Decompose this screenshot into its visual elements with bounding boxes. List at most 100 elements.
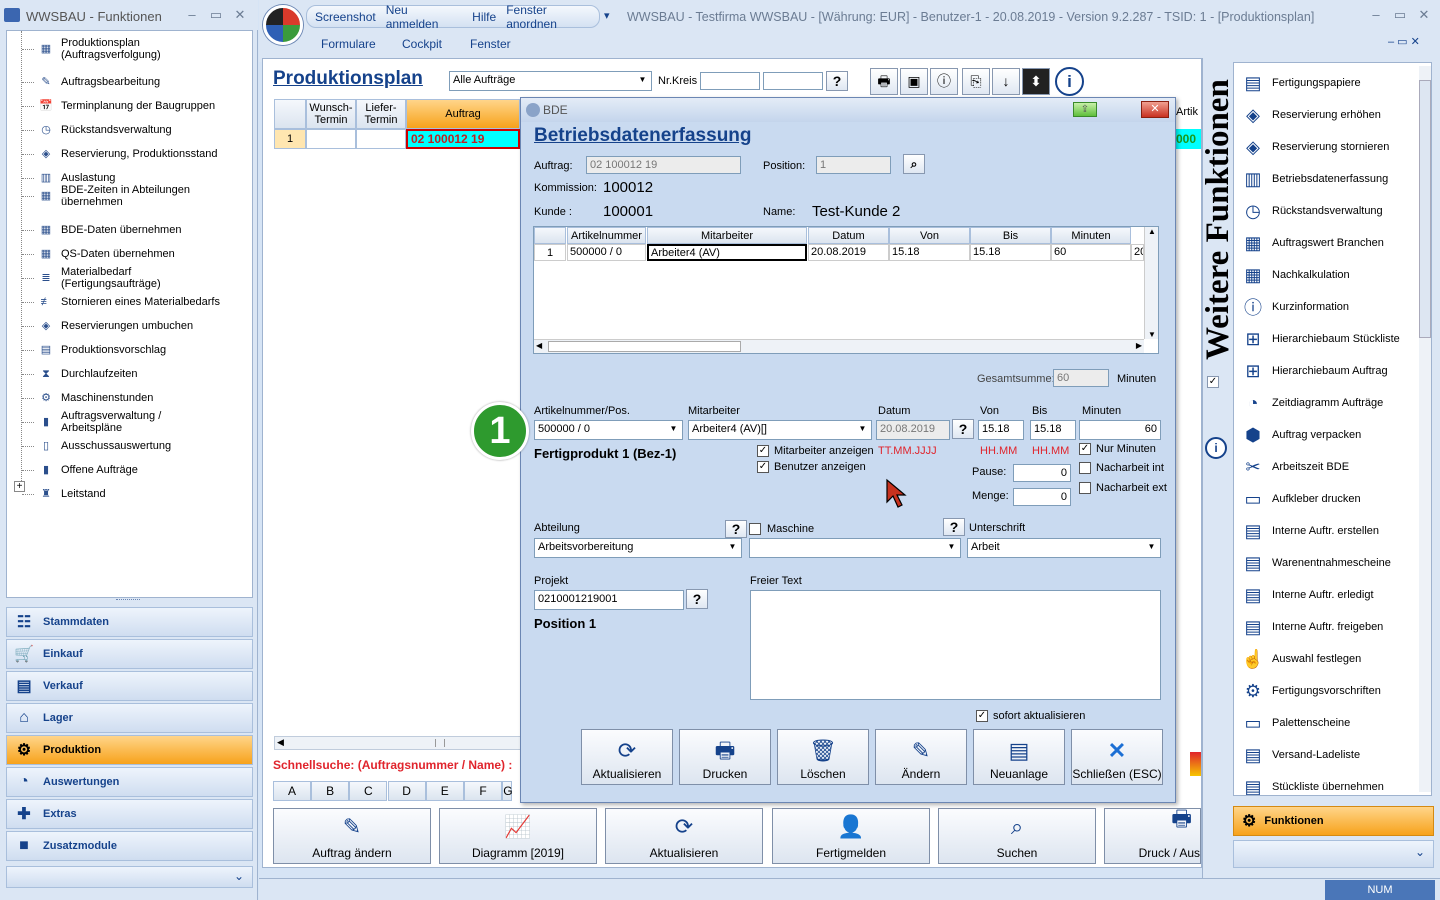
binoculars-icon[interactable]: ⌕ xyxy=(903,154,925,174)
bde-table-cell-datum[interactable]: 20.08.2019 xyxy=(808,244,889,261)
mitarbeiter-anzeigen-checkbox[interactable]: ✓ xyxy=(757,445,769,457)
submenu-cockpit[interactable]: Cockpit xyxy=(402,37,442,51)
function-list-item[interactable]: ⚙ Fertigungsvorschriften xyxy=(1238,675,1418,707)
tree-item[interactable]: ▦ BDE-Zeiten in Abteilungen übernehmen xyxy=(35,184,221,208)
close-icon[interactable]: ✕ xyxy=(228,6,252,24)
scroll-left-icon[interactable]: ◀ xyxy=(536,341,542,350)
info-doc-icon[interactable]: ⓘ xyxy=(930,68,958,95)
alpha-filter-button[interactable]: A xyxy=(273,781,311,801)
function-list-item[interactable]: ▤ Stückliste übernehmen xyxy=(1238,771,1418,796)
abteilung-help-button[interactable]: ? xyxy=(725,520,747,538)
function-list-item[interactable]: ◷ Rückstandsverwaltung xyxy=(1238,195,1418,227)
function-list-item[interactable]: ▦ Auftragswert Branchen xyxy=(1238,227,1418,259)
alpha-filter-button[interactable]: B xyxy=(311,781,350,801)
bde-table-header[interactable]: Datum xyxy=(808,227,889,244)
tree-item[interactable]: ✎ Auftragsbearbeitung xyxy=(35,70,221,94)
bis-field[interactable]: 15.18 xyxy=(1030,420,1076,440)
bde-aktualisieren-button[interactable]: ⟳ Aktualisieren xyxy=(581,729,673,785)
tree-item[interactable]: 📅 Terminplanung der Baugruppen xyxy=(35,94,221,118)
pause-field[interactable]: 0 xyxy=(1013,464,1071,482)
function-list-scrollbar[interactable] xyxy=(1419,66,1431,792)
function-list-item[interactable]: ✂ Arbeitszeit BDE xyxy=(1238,451,1418,483)
bde-save-icon[interactable]: ⇪ xyxy=(1073,102,1097,117)
main-minimize-icon[interactable]: – xyxy=(1364,6,1388,24)
tree-item[interactable]: ⚙ Maschinenstunden xyxy=(35,386,221,410)
menu-dropdown-icon[interactable]: ▾ xyxy=(604,9,610,22)
grid-cell-liefertermin[interactable] xyxy=(356,129,406,149)
tree-item[interactable]: ◷ Rückstandsverwaltung xyxy=(35,118,221,142)
tree-item[interactable]: ◈ Reservierung, Produktionsstand xyxy=(35,142,221,166)
menge-field[interactable]: 0 xyxy=(1013,488,1071,506)
freier-text-area[interactable] xyxy=(750,590,1161,700)
suchen-button[interactable]: ⌕ Suchen xyxy=(938,808,1096,864)
tree-item[interactable]: ▦ BDE-Daten übernehmen xyxy=(35,218,221,242)
bde-table-header[interactable]: Artikelnummer xyxy=(567,227,646,244)
datum-field[interactable]: 20.08.2019 xyxy=(876,420,950,440)
alpha-filter-button[interactable]: F xyxy=(464,781,502,801)
function-list-item[interactable]: ◈ Reservierung erhöhen xyxy=(1238,99,1418,131)
alpha-filter-button[interactable]: C xyxy=(349,781,388,801)
diagramm-button[interactable]: 📈 Diagramm [2019] xyxy=(439,808,597,864)
nav-item[interactable]: ■ Zusatzmodule xyxy=(6,831,253,861)
bde-table-cell-minuten[interactable]: 60 xyxy=(1051,244,1131,261)
maschine-help-button[interactable]: ? xyxy=(943,518,965,536)
splitter-grip[interactable] xyxy=(116,599,140,602)
app-logo-icon[interactable] xyxy=(263,5,303,45)
auftrag-aendern-button[interactable]: ✎ Auftrag ändern xyxy=(273,808,431,864)
menu-screenshot[interactable]: Screenshot xyxy=(315,10,376,24)
projekt-help-button[interactable]: ? xyxy=(686,589,708,609)
sofort-aktualisieren-checkbox[interactable]: ✓ xyxy=(976,710,988,722)
info-icon[interactable]: i xyxy=(1055,67,1084,96)
nav-item[interactable]: ☷ Stammdaten xyxy=(6,607,253,637)
bde-table-cell-von[interactable]: 15.18 xyxy=(889,244,970,261)
bde-row-number[interactable]: 1 xyxy=(534,244,566,261)
function-list-item[interactable]: ▤ Interne Auftr. erstellen xyxy=(1238,515,1418,547)
benutzer-anzeigen-checkbox[interactable]: ✓ xyxy=(757,461,769,473)
grid-header-liefertermin[interactable]: Liefer- Termin xyxy=(356,99,406,129)
projekt-field[interactable]: 0210001219001 xyxy=(534,590,684,610)
tree-item[interactable]: ⧗ Durchlaufzeiten xyxy=(35,362,221,386)
main-close-icon[interactable]: ✕ xyxy=(1412,6,1436,24)
functions-tab[interactable]: ⚙ Funktionen xyxy=(1233,806,1434,836)
scroll-grip[interactable] xyxy=(435,739,445,747)
maschine-checkbox[interactable] xyxy=(749,523,761,535)
scroll-thumb[interactable] xyxy=(1419,80,1431,338)
fertigmelden-button[interactable]: 👤 Fertigmelden xyxy=(772,808,930,864)
function-list-item[interactable]: ⬢ Auftrag verpacken xyxy=(1238,419,1418,451)
pane-info-icon[interactable]: i xyxy=(1205,437,1227,459)
minimize-icon[interactable]: – xyxy=(180,6,204,24)
nav-item[interactable]: 🛒 Einkauf xyxy=(6,639,253,669)
tree-item[interactable]: ◈ Reservierungen umbuchen xyxy=(35,314,221,338)
abteilung-select[interactable]: Arbeitsvorbereitung ▼ xyxy=(534,538,742,558)
function-list-item[interactable]: ▤ Warenentnahmescheine xyxy=(1238,547,1418,579)
grid-row-number[interactable]: 1 xyxy=(274,129,306,149)
nav-more-icon[interactable]: ⌄ xyxy=(234,869,244,883)
tree-item[interactable]: ▦ Produktionsplan (Auftragsverfolgung) xyxy=(35,37,221,61)
tree-item[interactable]: ▤ Produktionsvorschlag xyxy=(35,338,221,362)
bde-table-header[interactable]: Von xyxy=(889,227,970,244)
tree-item[interactable]: ≢ Stornieren eines Materialbedarfs xyxy=(35,290,221,314)
function-list-item[interactable]: ◔ Zeitdiagramm Aufträge xyxy=(1238,387,1418,419)
bde-table-header[interactable]: Minuten xyxy=(1051,227,1131,244)
tree-item[interactable]: ▯ Ausschussauswertung xyxy=(35,434,221,458)
alpha-filter-button[interactable]: D xyxy=(387,781,426,801)
bde-table-vscroll[interactable]: ▲ ▼ xyxy=(1144,227,1158,339)
grid-header-wunschtermin[interactable]: Wunsch- Termin xyxy=(306,99,356,129)
chevron-down-icon[interactable]: ⌄ xyxy=(1415,845,1425,859)
menu-hilfe[interactable]: Hilfe xyxy=(472,10,496,24)
maschine-select[interactable]: ▼ xyxy=(749,538,961,558)
tree-item[interactable]: ▦ QS-Daten übernehmen xyxy=(35,242,221,266)
bde-table-cell-artikel[interactable]: 500000 / 0 xyxy=(567,244,646,261)
grid-cell-wunschtermin[interactable] xyxy=(306,129,356,149)
nacharbeit-int-checkbox[interactable] xyxy=(1079,462,1091,474)
function-list-item[interactable]: ◈ Reservierung stornieren xyxy=(1238,131,1418,163)
bde-table-cell-bis[interactable]: 15.18 xyxy=(970,244,1051,261)
sort-down-icon[interactable]: ↓ xyxy=(992,68,1020,95)
function-list-item[interactable]: ▭ Aufkleber drucken xyxy=(1238,483,1418,515)
menu-neu-anmelden[interactable]: Neu anmelden xyxy=(386,3,462,31)
move-updown-icon[interactable]: ⬍ xyxy=(1022,68,1050,95)
tree-expander[interactable]: + xyxy=(14,481,25,492)
mitarbeiter-select[interactable]: Arbeiter4 (AV)[] ▼ xyxy=(688,420,872,440)
minuten-field[interactable]: 60 xyxy=(1079,420,1161,440)
datum-help-button[interactable]: ? xyxy=(952,419,974,439)
